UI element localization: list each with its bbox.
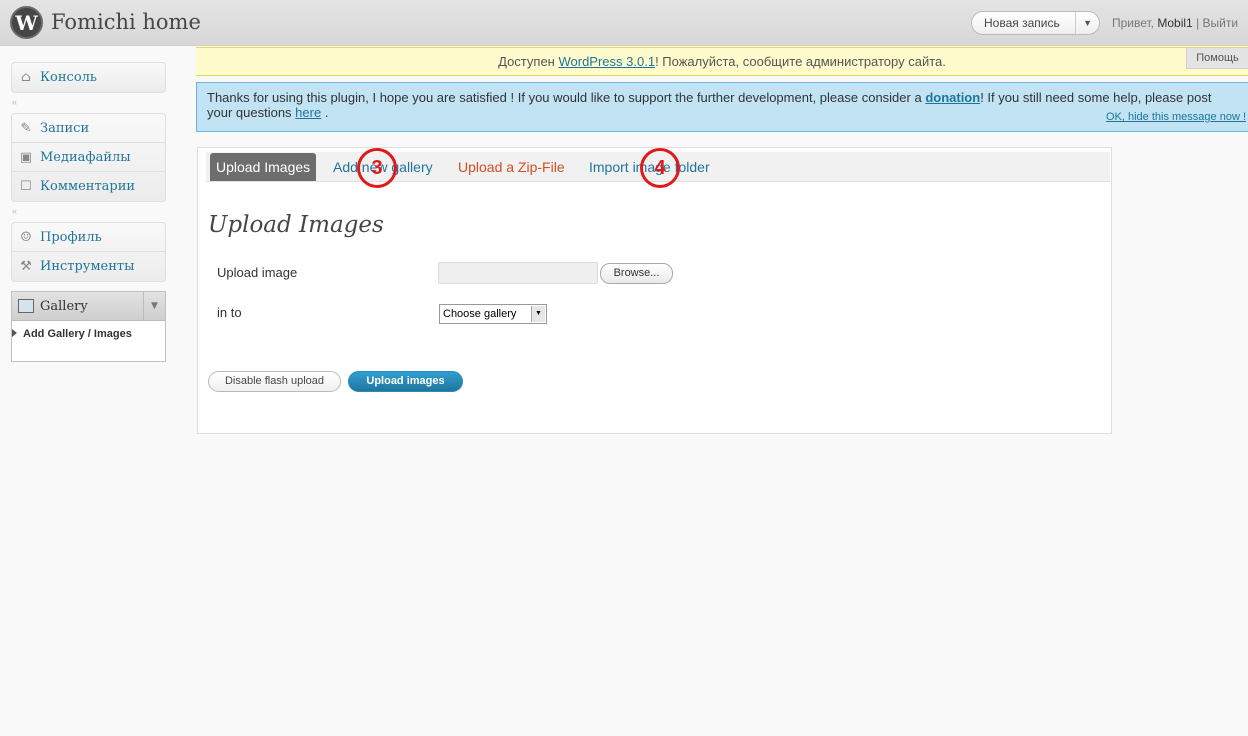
sidebar-item-profile[interactable]: ☺ Профиль bbox=[12, 223, 165, 252]
media-icon: ▣ bbox=[19, 149, 33, 165]
admin-header: W Fomichi home Новая запись ▼ Привет, Mo… bbox=[0, 0, 1248, 46]
browse-button[interactable]: Browse... bbox=[600, 263, 673, 284]
sidebar-item-label: Инструменты bbox=[40, 259, 135, 274]
sidebar-item-gallery[interactable]: Gallery ▼ bbox=[12, 292, 165, 321]
upload-panel: Upload Images Add new gallery Upload a Z… bbox=[197, 147, 1112, 434]
notice-text-3: . bbox=[321, 105, 329, 120]
update-notice-suffix: ! Пожалуйста, сообщите администратору са… bbox=[655, 54, 946, 69]
chevron-down-icon[interactable]: ▼ bbox=[143, 292, 165, 320]
wordpress-version-link[interactable]: WordPress 3.0.1 bbox=[558, 54, 655, 69]
hide-message-link[interactable]: OK, hide this message now ! bbox=[1106, 110, 1246, 125]
notice-text-1: Thanks for using this plugin, I hope you… bbox=[207, 90, 926, 105]
sidebar-group-content: ✎ Записи ▣ Медиафайлы ☐ Комментарии bbox=[11, 113, 166, 202]
divider: | bbox=[1196, 16, 1200, 30]
sidebar-item-label: Медиафайлы bbox=[40, 149, 131, 165]
file-path-field[interactable] bbox=[438, 262, 598, 284]
wordpress-logo-icon[interactable]: W bbox=[10, 6, 43, 39]
upload-images-button[interactable]: Upload images bbox=[348, 371, 463, 392]
sidebar-item-media[interactable]: ▣ Медиафайлы bbox=[12, 143, 165, 172]
tab-upload-images[interactable]: Upload Images bbox=[210, 153, 317, 181]
sidebar-item-dashboard[interactable]: ⌂ Консоль bbox=[12, 63, 165, 92]
logout-link[interactable]: Выйти bbox=[1203, 16, 1239, 30]
users-icon: ☺ bbox=[20, 229, 32, 245]
gallery-icon bbox=[18, 299, 34, 313]
gallery-select[interactable]: Choose gallery ▼ bbox=[439, 304, 547, 324]
new-post-dropdown[interactable]: Новая запись ▼ bbox=[971, 11, 1100, 35]
sidebar-group-users: ☺ Профиль ⚒ Инструменты bbox=[11, 222, 166, 282]
sidebar-group-dashboard: ⌂ Консоль bbox=[11, 62, 166, 93]
sidebar-item-posts[interactable]: ✎ Записи bbox=[12, 114, 165, 143]
tools-icon: ⚒ bbox=[20, 259, 32, 274]
sidebar-subitem-add-gallery[interactable]: Add Gallery / Images bbox=[12, 321, 165, 343]
help-tab[interactable]: Помощь bbox=[1186, 48, 1248, 69]
user-greeting: Привет, Mobil1 | Выйти bbox=[1112, 16, 1238, 30]
page-title: Upload Images bbox=[208, 212, 384, 238]
chevron-down-icon[interactable]: ▼ bbox=[1075, 12, 1099, 34]
gallery-target-label: in to bbox=[217, 305, 242, 320]
username-link[interactable]: Mobil1 bbox=[1157, 16, 1192, 30]
sidebar-item-label: Консоль bbox=[40, 70, 97, 85]
chevron-down-icon[interactable]: ▼ bbox=[531, 306, 545, 322]
menu-collapse-icon[interactable]: « bbox=[12, 97, 17, 107]
update-notice: Доступен WordPress 3.0.1! Пожалуйста, со… bbox=[196, 47, 1248, 76]
sidebar-item-label: Комментарии bbox=[40, 179, 136, 194]
annotation-marker-4: 4 bbox=[640, 148, 680, 188]
sidebar-item-label: Записи bbox=[40, 120, 90, 136]
menu-collapse-icon[interactable]: « bbox=[12, 206, 17, 216]
annotation-marker-3: 3 bbox=[357, 148, 397, 188]
sidebar-item-label: Профиль bbox=[40, 229, 102, 245]
dashboard-icon: ⌂ bbox=[21, 70, 31, 85]
sidebar-item-label: Gallery bbox=[40, 298, 88, 314]
here-link[interactable]: here bbox=[295, 105, 321, 120]
disable-flash-button[interactable]: Disable flash upload bbox=[208, 371, 341, 392]
comment-icon: ☐ bbox=[20, 179, 32, 194]
plugin-notice: Thanks for using this plugin, I hope you… bbox=[196, 82, 1248, 132]
site-title[interactable]: Fomichi home bbox=[51, 10, 201, 34]
pin-icon: ✎ bbox=[20, 120, 32, 136]
new-post-button[interactable]: Новая запись bbox=[972, 16, 1075, 30]
gallery-select-value: Choose gallery bbox=[443, 308, 517, 320]
sidebar-gallery-menu: Gallery ▼ Add Gallery / Images bbox=[11, 291, 166, 362]
tab-upload-zip[interactable]: Upload a Zip-File bbox=[458, 153, 565, 181]
upload-image-label: Upload image bbox=[217, 265, 298, 280]
update-notice-prefix: Доступен bbox=[498, 54, 559, 69]
sidebar-item-tools[interactable]: ⚒ Инструменты bbox=[12, 252, 165, 281]
greeting-text: Привет, bbox=[1112, 16, 1155, 30]
donation-link[interactable]: donation bbox=[925, 90, 980, 105]
sidebar-item-comments[interactable]: ☐ Комментарии bbox=[12, 172, 165, 201]
